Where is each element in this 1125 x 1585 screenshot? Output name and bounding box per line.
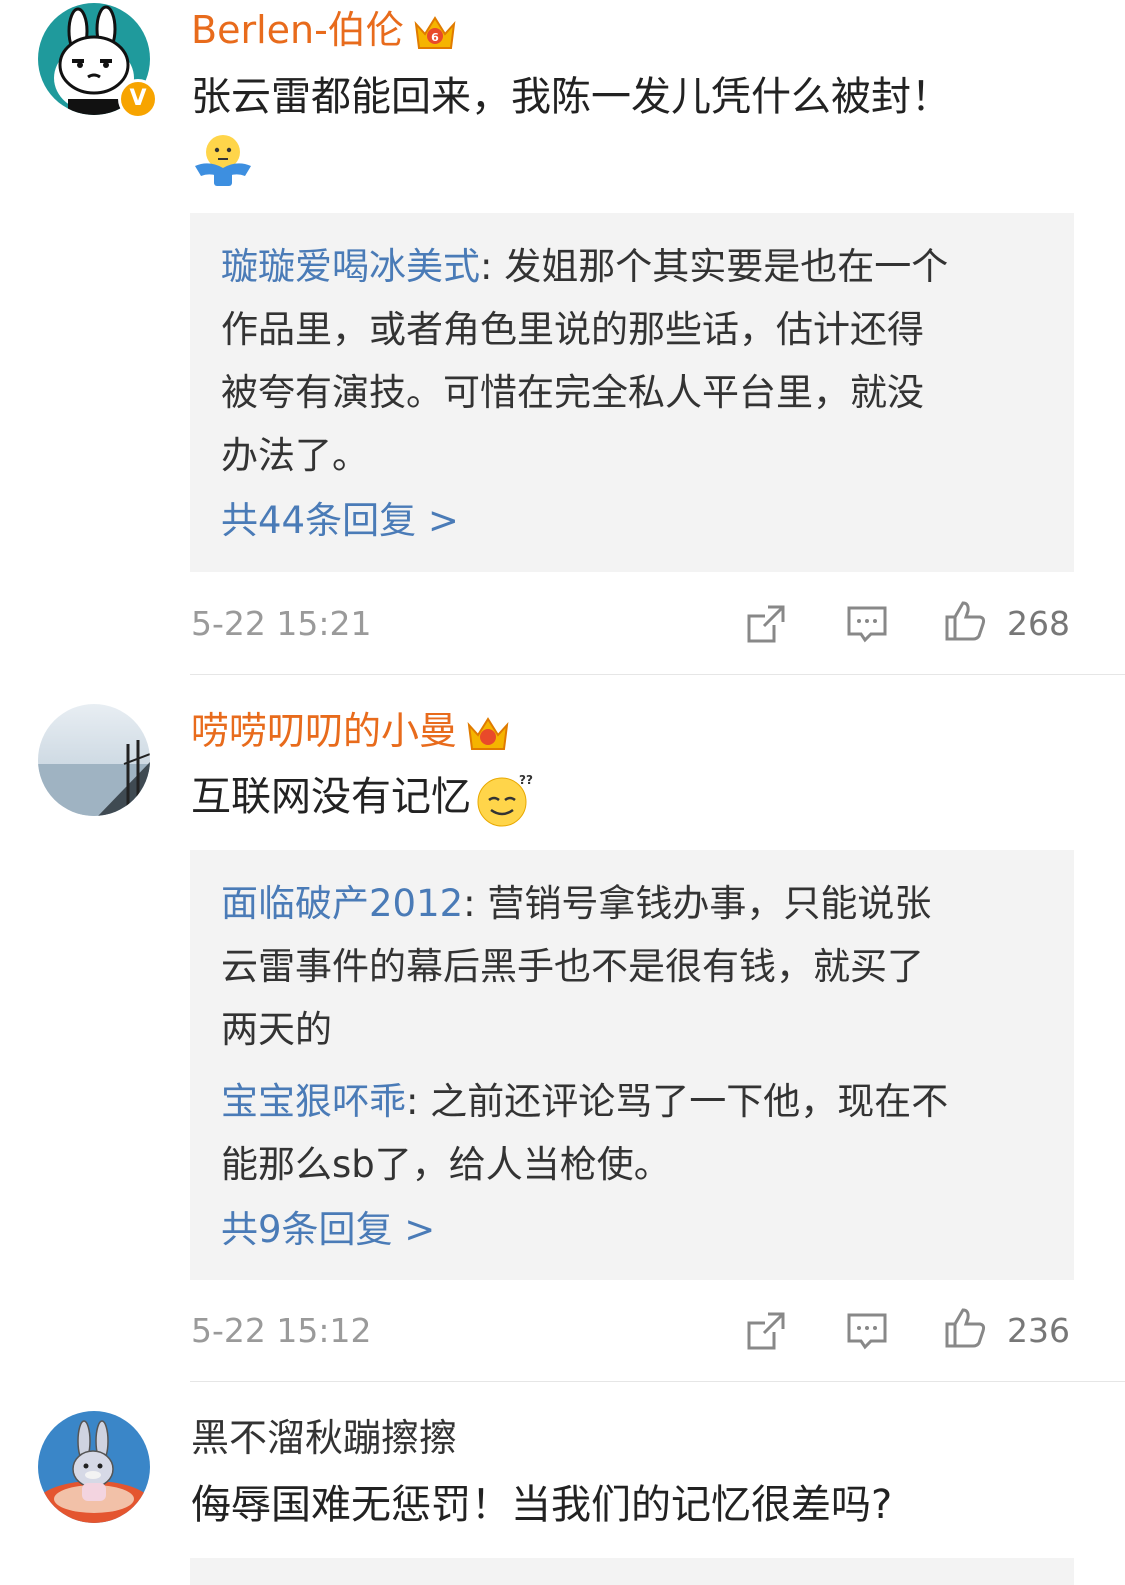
username-text[interactable]: 唠唠叨叨的小曼	[191, 709, 457, 753]
crown-icon: 6	[412, 10, 458, 56]
avatar[interactable]	[38, 1411, 150, 1523]
reply-username[interactable]: 璇璇爱喝冰美式	[221, 245, 480, 288]
username[interactable]: 唠唠叨叨的小曼	[191, 707, 511, 757]
like-count: 268	[1007, 604, 1070, 643]
reply-box[interactable]: 面临破产2012: 营销号拿钱办事，只能说张 云雷事件的幕后黑手也不是很有钱，就…	[190, 850, 1074, 1280]
more-replies-link[interactable]: 共44条回复 >	[221, 491, 1044, 551]
reply-text: 作品里，或者角色里说的那些话，估计还得	[221, 308, 924, 351]
reply-text: 办法了。	[221, 434, 369, 477]
comment-text-content: 互联网没有记忆	[191, 774, 471, 820]
reply-box-partial	[190, 1558, 1074, 1585]
crown-icon	[465, 711, 511, 757]
share-icon[interactable]	[744, 602, 788, 646]
like-icon[interactable]	[943, 599, 987, 643]
divider	[190, 674, 1125, 675]
username-text[interactable]: Berlen-伯伦	[191, 8, 404, 52]
reply-text: 两天的	[221, 1008, 332, 1051]
verified-badge-icon: V	[118, 79, 158, 119]
shrug-emoji-icon	[192, 132, 254, 188]
reply-text: 被夸有演技。可惜在完全私人平台里，就没	[221, 371, 924, 414]
avatar[interactable]	[38, 704, 150, 816]
username[interactable]: 黑不溜秋蹦擦擦	[191, 1414, 457, 1462]
divider	[190, 1381, 1125, 1382]
comment-icon[interactable]	[845, 602, 889, 646]
reply-box[interactable]: 璇璇爱喝冰美式: 发姐那个其实要是也在一个 作品里，或者角色里说的那些话，估计还…	[190, 213, 1074, 572]
like-icon[interactable]	[943, 1306, 987, 1350]
reply-item: 宝宝狠吥乖: 之前还评论骂了一下他，现在不 能那么sb了，给人当枪使。	[221, 1080, 949, 1186]
svg-text:???: ???	[519, 773, 533, 787]
reply-text: 营销号拿钱办事，只能说张	[487, 882, 932, 925]
comment-icon[interactable]	[845, 1309, 889, 1353]
reply-item: 璇璇爱喝冰美式: 发姐那个其实要是也在一个 作品里，或者角色里说的那些话，估计还…	[221, 245, 949, 477]
comment-text: 互联网没有记忆 ???	[191, 766, 533, 828]
reply-username[interactable]: 宝宝狠吥乖	[221, 1080, 406, 1123]
reply-item: 面临破产2012: 营销号拿钱办事，只能说张 云雷事件的幕后黑手也不是很有钱，就…	[221, 882, 932, 1051]
timestamp: 5-22 15:21	[191, 604, 372, 643]
comment-text: 侮辱国难无惩罚！当我们的记忆很差吗?	[191, 1482, 893, 1528]
more-replies-link[interactable]: 共9条回复 >	[221, 1200, 1044, 1260]
reply-text: 云雷事件的幕后黑手也不是很有钱，就买了	[221, 945, 924, 988]
username[interactable]: Berlen-伯伦 6	[191, 6, 458, 56]
share-icon[interactable]	[744, 1309, 788, 1353]
reply-text: 能那么sb了，给人当枪使。	[221, 1143, 671, 1186]
confused-emoji-icon: ???	[475, 770, 533, 828]
reply-username[interactable]: 面临破产2012	[221, 882, 463, 925]
like-count: 236	[1007, 1311, 1070, 1350]
svg-text:6: 6	[431, 31, 439, 44]
reply-text: 之前还评论骂了一下他，现在不	[430, 1080, 949, 1123]
reply-text: 发姐那个其实要是也在一个	[504, 245, 949, 288]
timestamp: 5-22 15:12	[191, 1311, 372, 1350]
comment-text: 张云雷都能回来，我陈一发儿凭什么被封！	[191, 74, 951, 120]
